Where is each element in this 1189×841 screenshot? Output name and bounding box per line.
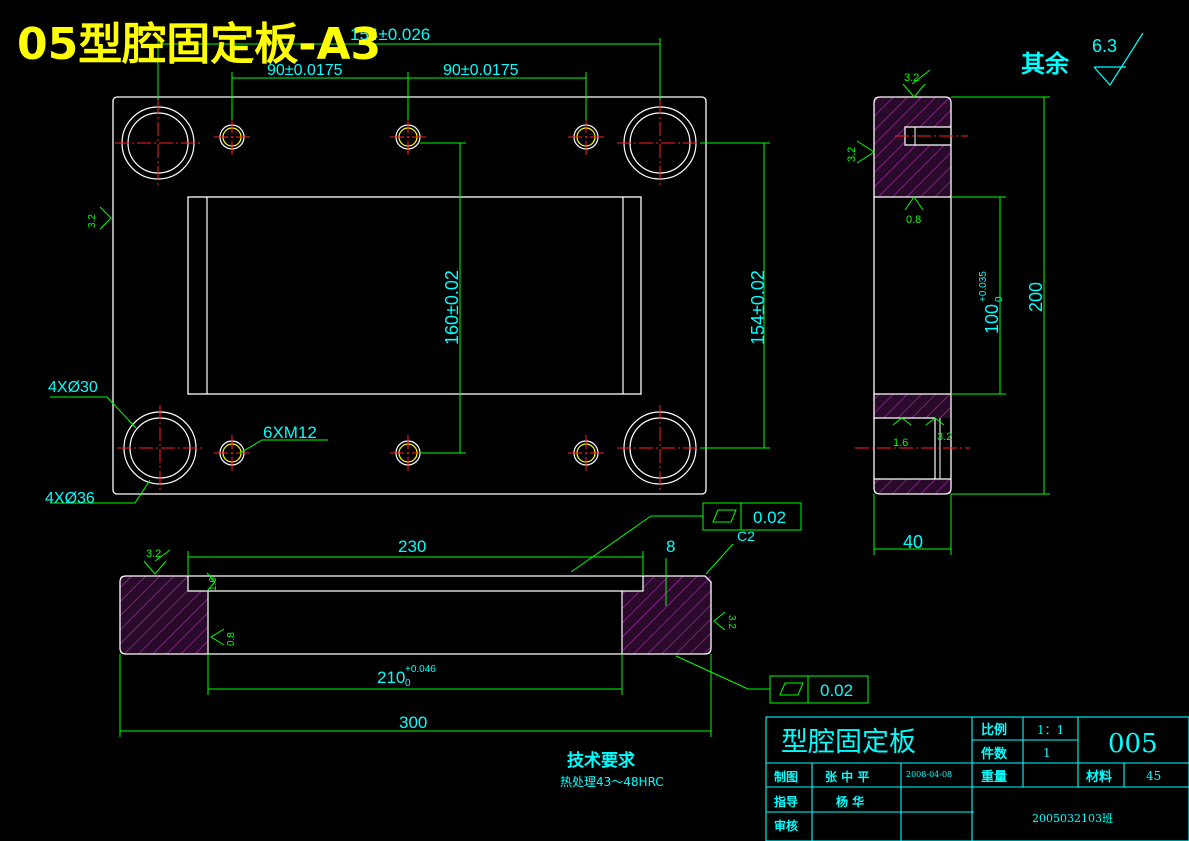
side-rough-left: 3.2: [846, 147, 858, 162]
dim-40: 40: [903, 532, 923, 552]
svg-text:技术要求: 技术要求: [567, 750, 635, 771]
guide-label: 指导: [774, 794, 798, 809]
dim-100: 100 +0.035 0: [978, 271, 1005, 334]
dim-8: 8: [666, 537, 675, 556]
review-label: 审核: [774, 818, 798, 833]
dim-200: 200: [1026, 282, 1046, 312]
svg-text:100: 100: [982, 304, 1002, 334]
scale-value: 1：1: [1037, 723, 1064, 737]
svg-text:+0.046: +0.046: [405, 664, 436, 675]
side-hatch-top: [874, 97, 951, 197]
dim-90-right: 90±0.0175: [443, 62, 519, 79]
threaded-holes: [219, 124, 599, 466]
front-dimensions: [119, 502, 869, 737]
dim-210: 210 +0.046 0: [377, 664, 436, 689]
weight-label: 重量: [981, 769, 1007, 785]
svg-text:其余: 其余: [1021, 50, 1070, 78]
svg-text:0: 0: [994, 296, 1005, 302]
guide-name: 杨 华: [836, 794, 864, 809]
top-view-window: [187, 196, 642, 395]
flatness-top: 0.02: [753, 508, 786, 527]
dim-154-v: 154±0.02: [748, 270, 768, 345]
svg-text:热处理43～48HRC: 热处理43～48HRC: [560, 775, 664, 789]
qty-value: 1: [1043, 746, 1051, 760]
svg-text:3.2: 3.2: [87, 214, 98, 228]
general-roughness: 其余 6.3: [1021, 32, 1144, 86]
svg-text:6.3: 6.3: [1092, 36, 1117, 56]
qty-label: 件数: [981, 746, 1008, 762]
tech-requirements: 技术要求 热处理43～48HRC: [560, 750, 664, 789]
drawing-number: 005: [1108, 729, 1158, 759]
front-view: 230 8 C2 0.02 0.02 210 +0.046 0 300 3.2 …: [119, 502, 869, 737]
chamfer-c2: C2: [737, 528, 755, 544]
part-name: 型腔固定板: [781, 727, 916, 758]
dim-160: 160±0.02: [442, 270, 462, 345]
dim-300: 300: [399, 713, 427, 732]
material-value: 45: [1146, 769, 1161, 783]
top-view-outline: [112, 96, 707, 495]
side-rough-top: 3.2: [904, 72, 919, 84]
dim-230: 230: [398, 537, 426, 556]
front-rough-16: 1.6: [208, 577, 219, 591]
front-rough-left: 3.2: [146, 548, 161, 560]
drawing-canvas: 154±0.026 90±0.0175 90±0.0175 160±0.02 1…: [17, 19, 1189, 841]
drawing-title: 05型腔固定板-A3: [17, 19, 381, 70]
scale-label: 比例: [981, 722, 1007, 738]
top-view: 154±0.026 90±0.0175 90±0.0175 160±0.02 1…: [45, 25, 770, 507]
top-centerlines: [115, 100, 703, 492]
svg-text:+0.035: +0.035: [978, 271, 989, 302]
side-rough-32b: 3.2: [937, 431, 952, 443]
drawn-label: 制图: [774, 769, 798, 784]
side-rough-16: 1.6: [893, 437, 908, 449]
drawn-name: 张 中 平: [825, 769, 869, 784]
side-rough-08: 0.8: [906, 214, 921, 226]
side-hatch-mid: [874, 394, 951, 418]
drawn-date: 2008-04-08: [906, 770, 952, 779]
hole-label-30: 4XØ30: [48, 379, 98, 396]
svg-text:210: 210: [377, 668, 405, 687]
side-view: 3.2 3.2 0.8 1.6 3.2 100 +0.035 0 200 40: [846, 69, 1050, 555]
svg-text:0: 0: [405, 678, 411, 689]
roughness-symbol-left: 3.2: [87, 206, 112, 230]
material-label: 材料: [1086, 769, 1112, 785]
front-rough-08: 0.8: [226, 632, 237, 646]
thread-label: 6XM12: [263, 423, 317, 442]
flatness-bottom: 0.02: [820, 681, 853, 700]
side-hatch-bot: [874, 479, 951, 494]
hole-label-36: 4XØ36: [45, 490, 95, 507]
front-rough-right: 3.2: [726, 615, 737, 629]
class-code: 2005032103班: [1032, 812, 1113, 825]
